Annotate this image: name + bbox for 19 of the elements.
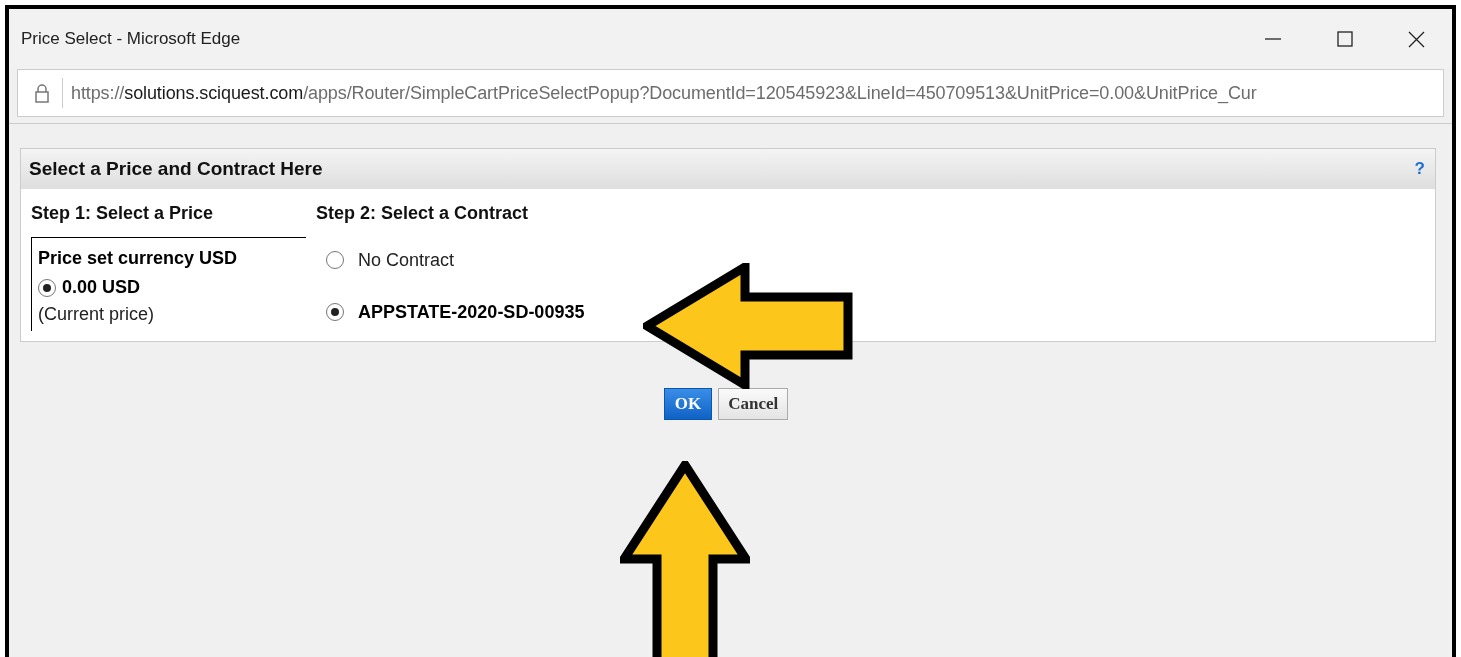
step-heading: Step 2: Select a Contract (316, 203, 530, 225)
price-label: 0.00 USD (62, 277, 141, 298)
address-field[interactable]: https://solutions.sciquest.com/apps/Router/SimpleCartPriceSelectPopup?DocumentId=120545923&LineId=450709513&UnitPrice=0.00&UnitPrice_Cur (17, 69, 1444, 117)
price-box-title: Price set currency USD (38, 248, 239, 269)
radio-button[interactable] (326, 303, 344, 321)
contract-label: No Contract (358, 249, 455, 271)
cancel-button[interactable]: Cancel (718, 388, 789, 420)
window-title: Price Select - Microsoft Edge (21, 29, 241, 49)
ok-button[interactable]: OK (663, 388, 713, 420)
contract-label: APPSTATE-2020-SD-00935 (358, 301, 585, 323)
lock-icon (34, 83, 50, 103)
price-note: (Current price) (38, 304, 156, 325)
panel-title: Select a Price and Contract Here (29, 158, 323, 180)
close-icon[interactable] (1407, 30, 1425, 48)
radio-button[interactable] (326, 251, 344, 269)
radio-button[interactable] (38, 278, 56, 297)
maximize-icon[interactable] (1335, 30, 1353, 48)
help-link[interactable]: ? (1414, 159, 1425, 179)
step-heading: Step 1: Select a Price (31, 203, 215, 225)
